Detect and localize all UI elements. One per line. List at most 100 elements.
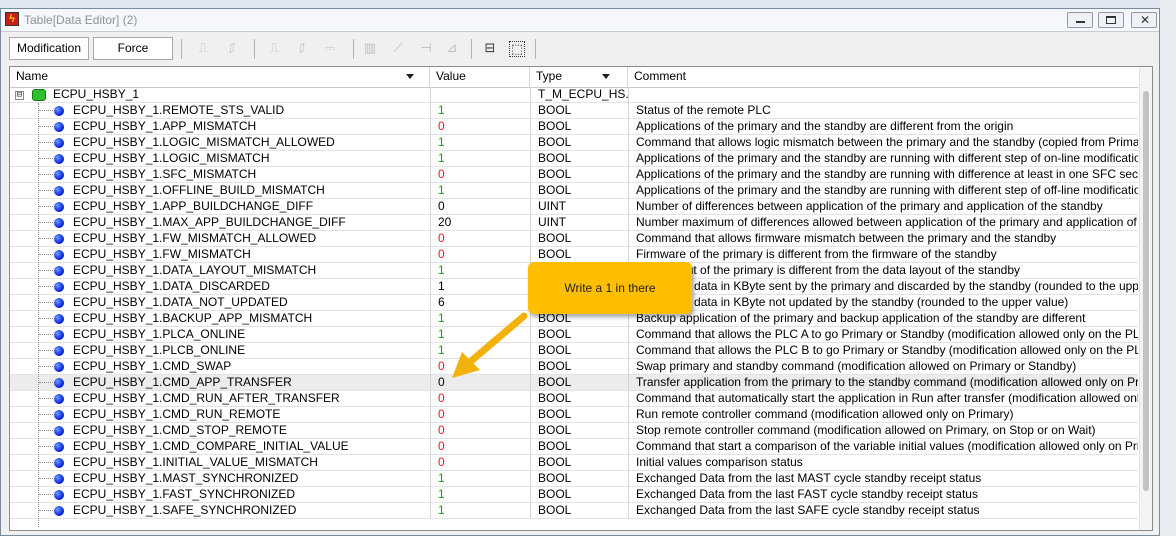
modification-tab[interactable]: Modification (9, 37, 89, 60)
comment-cell[interactable]: Exchanged Data from the last FAST cycle … (628, 487, 1138, 503)
comment-cell[interactable]: Applications of the primary and the stan… (628, 167, 1138, 183)
table-row[interactable]: ECPU_HSBY_1.LOGIC_MISMATCH 1 BOOL Applicati… (10, 151, 1138, 167)
comment-cell[interactable]: Stop remote controller command (modifica… (628, 423, 1138, 439)
value-cell[interactable]: 0 (430, 231, 530, 247)
comment-cell[interactable]: Command that start a comparison of the v… (628, 439, 1138, 455)
value-cell[interactable]: 1 (430, 487, 530, 503)
table-row[interactable]: ECPU_HSBY_1.APP_MISMATCH 0 BOOL Application… (10, 119, 1138, 135)
comment-cell[interactable]: Command that allows firmware mismatch be… (628, 231, 1138, 247)
table-row[interactable]: ECPU_HSBY_1.PLCB_ONLINE 1 BOOL Command that… (10, 343, 1138, 359)
comment-cell[interactable]: Command that allows logic mismatch betwe… (628, 135, 1138, 151)
value-cell[interactable]: 0 (430, 199, 530, 215)
table-row[interactable]: ECPU_HSBY_1.CMD_SWAP 0 BOOL Swap primary an… (10, 359, 1138, 375)
force-to-0-icon[interactable]: ⎎ (293, 41, 311, 57)
comment-cell[interactable]: Number of differences between applicatio… (628, 199, 1138, 215)
comment-cell[interactable]: Amount of data in KByte not updated by t… (628, 295, 1138, 311)
table-row[interactable]: ECPU_HSBY_1.FAST_SYNCHRONIZED 1 BOOL Exchan… (10, 487, 1138, 503)
name-cell: ECPU_HSBY_1.REMOTE_STS_VALID (10, 103, 430, 119)
comment-cell[interactable]: Number maximum of differences allowed be… (628, 215, 1138, 231)
value-cell[interactable]: 1 (430, 103, 530, 119)
minimize-button[interactable] (1067, 12, 1093, 28)
table-row[interactable]: ECPU_HSBY_1.CMD_RUN_AFTER_TRANSFER 0 BOOL C… (10, 391, 1138, 407)
rising-edge-icon[interactable]: ⟋ (389, 41, 407, 57)
comment-cell[interactable]: Applications of the primary and the stan… (628, 119, 1138, 135)
comment-cell[interactable]: Data layout of the primary is different … (628, 263, 1138, 279)
table-row[interactable]: ECPU_HSBY_1.REMOTE_STS_VALID 1 BOOL Status … (10, 103, 1138, 119)
reset-value-icon[interactable]: ⎎ (223, 41, 241, 57)
table-row[interactable]: ECPU_HSBY_1.FW_MISMATCH 0 BOOL Firmware of … (10, 247, 1138, 263)
value-cell[interactable]: 1 (430, 471, 530, 487)
table-row[interactable]: ECPU_HSBY_1.MAX_APP_BUILDCHANGE_DIFF 20 UI… (10, 215, 1138, 231)
comment-cell[interactable]: Command that automatically start the app… (628, 391, 1138, 407)
header-name[interactable]: Name (10, 67, 430, 87)
comment-cell[interactable]: Status of the remote PLC (628, 103, 1138, 119)
value-cell[interactable]: 1 (430, 279, 530, 295)
value-cell[interactable]: 1 (430, 503, 530, 519)
value-cell[interactable]: 0 (430, 119, 530, 135)
table-row[interactable]: ECPU_HSBY_1.FW_MISMATCH_ALLOWED 0 BOOL Comm… (10, 231, 1138, 247)
vertical-scrollbar[interactable] (1139, 67, 1152, 530)
comment-cell[interactable]: Applications of the primary and the stan… (628, 183, 1138, 199)
value-cell[interactable]: 20 (430, 215, 530, 231)
unforce-icon[interactable]: ⎓ (321, 41, 339, 57)
value-cell[interactable]: 0 (430, 247, 530, 263)
value-cell[interactable]: 0 (430, 407, 530, 423)
comment-cell[interactable]: Run remote controller command (modificat… (628, 407, 1138, 423)
value-cell[interactable]: 0 (430, 439, 530, 455)
table-row[interactable]: ECPU_HSBY_1.PLCA_ONLINE 1 BOOL Command that… (10, 327, 1138, 343)
comment-cell[interactable]: Amount of data in KByte sent by the prim… (628, 279, 1138, 295)
restore-button[interactable] (1098, 12, 1124, 28)
title-bar[interactable]: ϟ Table[Data Editor] (2) ✕ (1, 9, 1159, 32)
variable-icon (54, 458, 64, 468)
close-button[interactable]: ✕ (1131, 12, 1157, 28)
select-mode-icon[interactable]: ⬚ (509, 41, 525, 57)
value-cell[interactable]: 1 (430, 135, 530, 151)
table-row[interactable]: ECPU_HSBY_1.CMD_RUN_REMOTE 0 BOOL Run remot… (10, 407, 1138, 423)
tree-connector (39, 510, 53, 511)
comment-cell[interactable]: Command that allows the PLC B to go Prim… (628, 343, 1138, 359)
header-type[interactable]: Type (530, 67, 628, 87)
value-cell[interactable]: 0 (430, 391, 530, 407)
comment-cell[interactable]: Initial values comparison status (628, 455, 1138, 471)
force-to-1-icon[interactable]: ⎍ (265, 41, 283, 57)
table-row[interactable]: ECPU_HSBY_1.INITIAL_VALUE_MISMATCH 0 BOOL I… (10, 455, 1138, 471)
display-format-icon[interactable]: ⊟ (481, 41, 499, 57)
comment-cell[interactable]: Backup application of the primary and ba… (628, 311, 1138, 327)
table-row[interactable]: ECPU_HSBY_1.SFC_MISMATCH 0 BOOL Application… (10, 167, 1138, 183)
header-value[interactable]: Value (430, 67, 530, 87)
comment-cell[interactable]: Exchanged Data from the last SAFE cycle … (628, 503, 1138, 519)
filter-dropdown-icon[interactable] (602, 74, 610, 79)
table-row[interactable]: ECPU_HSBY_1.CMD_COMPARE_INITIAL_VALUE 0 BO… (10, 439, 1138, 455)
table-row[interactable]: ECPU_HSBY_1.SAFE_SYNCHRONIZED 1 BOOL Exchan… (10, 503, 1138, 519)
value-cell[interactable]: 0 (430, 455, 530, 471)
value-cell[interactable]: 0 (430, 423, 530, 439)
root-value-cell[interactable] (430, 87, 530, 103)
root-comment-cell[interactable] (628, 87, 1138, 103)
root-row[interactable]: ⊟ ECPU_HSBY_1 T_M_ECPU_HS... (10, 87, 1138, 103)
comment-cell[interactable]: Firmware of the primary is different fro… (628, 247, 1138, 263)
table-row[interactable]: ECPU_HSBY_1.APP_BUILDCHANGE_DIFF 0 UINT Num… (10, 199, 1138, 215)
multiple-modification-icon[interactable]: ▥ (361, 41, 379, 57)
edge-mask-icon[interactable]: ⊿ (443, 41, 461, 57)
comment-cell[interactable]: Applications of the primary and the stan… (628, 151, 1138, 167)
value-cell[interactable]: 1 (430, 151, 530, 167)
value-cell[interactable]: 1 (430, 263, 530, 279)
force-tab[interactable]: Force (93, 37, 173, 60)
filter-dropdown-icon[interactable] (406, 74, 414, 79)
comment-cell[interactable]: Command that allows the PLC A to go Prim… (628, 327, 1138, 343)
value-cell[interactable]: 1 (430, 183, 530, 199)
falling-edge-icon[interactable]: ⊣ (417, 41, 435, 57)
comment-cell[interactable]: Exchanged Data from the last MAST cycle … (628, 471, 1138, 487)
value-cell[interactable]: 0 (430, 167, 530, 183)
table-row[interactable]: ECPU_HSBY_1.LOGIC_MISMATCH_ALLOWED 1 BOOL C… (10, 135, 1138, 151)
table-row[interactable]: ECPU_HSBY_1.MAST_SYNCHRONIZED 1 BOOL Exchan… (10, 471, 1138, 487)
table-row[interactable]: ECPU_HSBY_1.CMD_APP_TRANSFER 0 BOOL Transfe… (10, 375, 1138, 391)
header-comment[interactable]: Comment (628, 67, 1138, 87)
collapse-icon[interactable]: ⊟ (15, 91, 24, 100)
comment-cell[interactable]: Transfer application from the primary to… (628, 375, 1138, 391)
table-row[interactable]: ECPU_HSBY_1.CMD_STOP_REMOTE 0 BOOL Stop rem… (10, 423, 1138, 439)
comment-cell[interactable]: Swap primary and standby command (modifi… (628, 359, 1138, 375)
set-value-icon[interactable]: ⎍ (194, 41, 212, 57)
scrollbar-thumb[interactable] (1143, 91, 1149, 491)
table-row[interactable]: ECPU_HSBY_1.OFFLINE_BUILD_MISMATCH 1 BOOL A… (10, 183, 1138, 199)
